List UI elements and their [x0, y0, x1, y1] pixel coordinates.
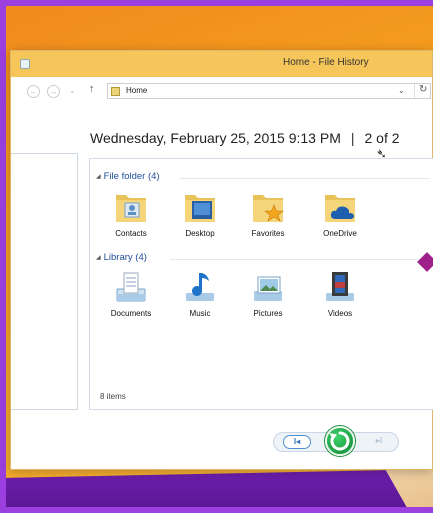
contacts-folder-icon	[113, 189, 149, 225]
list-item-label: Contacts	[115, 229, 147, 238]
list-item-label: Desktop	[185, 229, 215, 238]
mouse-pointer-icon: ➴	[376, 146, 387, 161]
snapshot-position: 2 of 2	[364, 130, 400, 146]
videos-library-icon	[322, 269, 358, 305]
group-header-label: File folder (4)	[103, 171, 160, 182]
status-item-count: 8 items	[100, 392, 126, 401]
snapshot-date: Wednesday, February 25, 2015 9:13 PM	[90, 130, 341, 146]
window-title: Home - File History	[283, 57, 369, 68]
group-divider	[180, 178, 430, 179]
back-icon[interactable]: ←	[27, 85, 40, 98]
documents-library-icon	[113, 269, 149, 305]
up-icon[interactable]: ↑	[89, 83, 95, 95]
list-item[interactable]: Desktop	[168, 189, 232, 238]
list-item[interactable]: Favorites	[236, 189, 300, 238]
snapshot-separator: |	[350, 130, 355, 146]
onedrive-folder-icon	[322, 189, 358, 225]
list-item-label: OneDrive	[323, 229, 357, 238]
list-item-label: Videos	[327, 309, 353, 318]
address-input[interactable]: Home ⌄ ↻	[107, 83, 431, 99]
collapse-triangle-icon[interactable]: ◢	[96, 255, 101, 261]
desktop-folder-icon	[182, 189, 218, 225]
snapshot-header: Wednesday, February 25, 2015 9:13 PM | 2 o…	[90, 130, 400, 146]
list-item[interactable]: Documents	[99, 269, 163, 318]
group-header-label: Library (4)	[103, 252, 147, 263]
group-header-library[interactable]: ◢ Library (4)	[96, 252, 147, 263]
list-item-label: Favorites	[251, 229, 285, 238]
group-header-file-folder[interactable]: ◢ File folder (4)	[96, 171, 160, 182]
recent-locations-icon[interactable]: ⌄	[69, 86, 76, 95]
favorites-folder-icon	[250, 189, 286, 225]
address-bar: ← → ⌄ ↑ Home ⌄ ↻	[11, 77, 432, 105]
list-item[interactable]: Videos	[308, 269, 372, 318]
previous-version-button[interactable]: I◂	[283, 435, 311, 449]
file-history-window: Home - File History ← → ⌄ ↑ Home ⌄ ↻ Wed…	[10, 50, 433, 470]
home-location-icon	[111, 87, 120, 96]
list-item-label: Pictures	[253, 309, 283, 318]
content-pane: ◢ File folder (4) Contacts Desktop Favor…	[89, 158, 433, 410]
music-library-icon	[182, 269, 218, 305]
refresh-icon[interactable]: ↻	[414, 84, 427, 98]
list-item[interactable]: OneDrive	[308, 189, 372, 238]
restore-icon	[329, 431, 350, 451]
list-item[interactable]: Contacts	[99, 189, 163, 238]
file-history-app-icon	[20, 59, 30, 69]
next-version-button[interactable]: ▸I	[365, 435, 393, 449]
group-divider	[170, 259, 430, 260]
forward-icon[interactable]: →	[47, 85, 60, 98]
restore-button[interactable]	[325, 426, 355, 456]
address-dropdown-icon[interactable]: ⌄	[398, 86, 405, 95]
navigation-pane	[11, 153, 78, 410]
list-item[interactable]: Music	[168, 269, 232, 318]
list-item-label: Music	[189, 309, 211, 318]
snapshot-controls: I◂ ▸I	[273, 426, 403, 456]
list-item[interactable]: Pictures	[236, 269, 300, 318]
title-bar[interactable]: Home - File History	[11, 51, 432, 77]
collapse-triangle-icon[interactable]: ◢	[96, 174, 101, 180]
address-path: Home	[126, 86, 148, 95]
pictures-library-icon	[250, 269, 286, 305]
list-item-label: Documents	[110, 309, 152, 318]
